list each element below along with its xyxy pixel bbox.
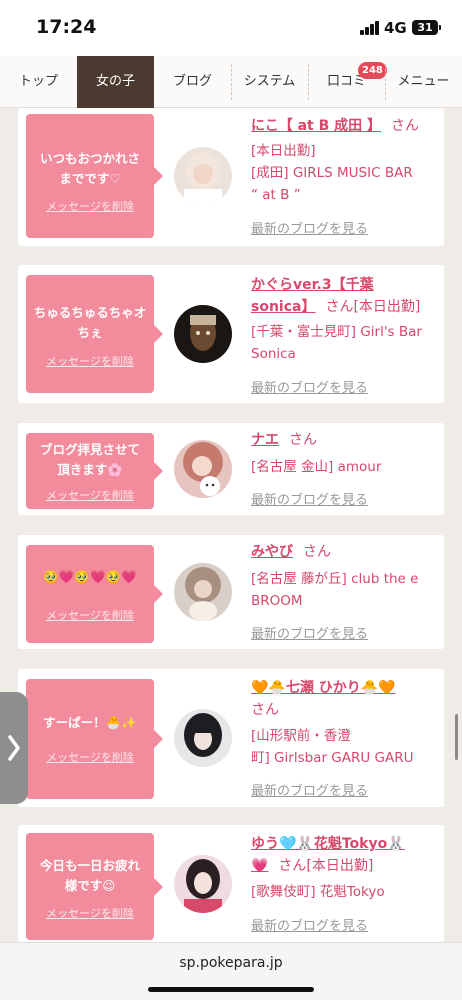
tab-menu[interactable]: メニュー <box>385 56 462 108</box>
girl-name-link[interactable]: にこ【 at B 成田 】 <box>251 118 381 134</box>
delete-message-link[interactable]: メッセージを削除 <box>26 353 154 369</box>
status-bar: 17:24 4G 31 <box>0 0 462 56</box>
message-text: いつもおつかれさ までです♡ <box>39 151 140 186</box>
girl-name-link[interactable]: ゆう🩵🐰花魁Tokyo🐰 <box>251 833 405 855</box>
message-card: いつもおつかれさ までです♡ メッセージを削除 にこ【 at B 成田 】さん [… <box>18 108 444 246</box>
avatar[interactable] <box>174 147 232 205</box>
latest-blog-link[interactable]: 最新のブログを見る <box>251 780 368 799</box>
chevron-right-icon <box>8 735 20 761</box>
message-card: ブログ拝見させて 頂きます🌸 メッセージを削除 ナエ さん [名古屋 金山] amo… <box>18 423 444 515</box>
avatar[interactable] <box>174 855 232 913</box>
girl-name-link[interactable]: 💗 <box>251 858 268 874</box>
shop-info[interactable]: [歌舞伎町] 花魁Tokyo <box>251 881 437 903</box>
latest-blog-link[interactable]: 最新のブログを見る <box>251 218 368 237</box>
network-type: 4G <box>384 19 407 37</box>
avatar[interactable] <box>174 709 232 767</box>
avatar[interactable] <box>174 305 232 363</box>
message-bubble: 🥹💗🥹💗🥹💗 メッセージを削除 <box>26 545 163 643</box>
girl-name-link[interactable]: sonica】 <box>251 299 315 315</box>
girl-name-link[interactable]: かぐらver.3【千葉 <box>251 274 420 296</box>
avatar[interactable] <box>174 563 232 621</box>
honorific: さん[本日出勤] <box>278 858 374 874</box>
latest-blog-link[interactable]: 最新のブログを見る <box>251 377 368 396</box>
latest-blog-link[interactable]: 最新のブログを見る <box>251 623 368 642</box>
shop-info[interactable]: [名古屋 金山] amour <box>251 456 437 478</box>
message-bubble: いつもおつかれさ までです♡ メッセージを削除 <box>26 114 163 238</box>
tab-system[interactable]: システム <box>231 56 308 108</box>
status-time: 17:24 <box>36 16 97 38</box>
reviews-count-badge: 248 <box>358 62 387 79</box>
message-card: 今日も一日お疲れ 様です😉 メッセージを削除 ゆう🩵🐰花魁Tokyo🐰 💗 さん[本… <box>18 825 444 942</box>
message-card: 🥹💗🥹💗🥹💗 メッセージを削除 みやび さん [名古屋 藤が丘] club the… <box>18 535 444 649</box>
message-text: 今日も一日お疲れ 様です😉 <box>39 858 140 893</box>
honorific: さん <box>391 118 420 134</box>
delete-message-link[interactable]: メッセージを削除 <box>26 198 154 214</box>
scrollbar[interactable] <box>455 714 458 760</box>
honorific: さん <box>251 702 279 718</box>
delete-message-link[interactable]: メッセージを削除 <box>26 749 154 765</box>
url-text[interactable]: sp.pokepara.jp <box>0 955 462 971</box>
latest-blog-link[interactable]: 最新のブログを見る <box>251 915 368 934</box>
tab-blog[interactable]: ブログ <box>154 56 231 108</box>
signal-icon <box>360 21 380 35</box>
message-text: ブログ拝見させて 頂きます🌸 <box>39 442 140 477</box>
shop-info[interactable]: [山形駅前・香澄 町] Girlsbar GARU GARU <box>251 725 441 769</box>
browser-url-bar: sp.pokepara.jp <box>0 942 462 1000</box>
message-bubble: すーぱー！🐣✨ メッセージを削除 <box>26 679 163 799</box>
honorific: さん <box>303 544 331 560</box>
delete-message-link[interactable]: メッセージを削除 <box>26 487 154 503</box>
girl-name-link[interactable]: 🧡🐣七瀬 ひかり🐣🧡 <box>251 677 396 699</box>
message-text: すーぱー！🐣✨ <box>43 715 137 730</box>
message-text: ちゅるちゅるちゃオ ちぇ <box>33 305 147 340</box>
battery-icon: 31 <box>412 20 441 35</box>
avatar[interactable] <box>174 440 232 498</box>
message-bubble: ちゅるちゅるちゃオ ちぇ メッセージを削除 <box>26 275 163 393</box>
shop-info[interactable]: [本日出勤] [成田] GIRLS MUSIC BAR “ at B ” <box>251 140 441 206</box>
latest-blog-link[interactable]: 最新のブログを見る <box>251 489 368 508</box>
shop-info[interactable]: [名古屋 藤が丘] club the e BROOM <box>251 568 437 612</box>
message-card: すーぱー！🐣✨ メッセージを削除 🧡🐣七瀬 ひかり🐣🧡 さん [山形駅前・香澄町… <box>18 669 444 807</box>
message-bubble: ブログ拝見させて 頂きます🌸 メッセージを削除 <box>26 433 163 509</box>
girl-name-link[interactable]: みやび <box>251 544 293 560</box>
side-drawer-toggle[interactable] <box>0 692 28 804</box>
delete-message-link[interactable]: メッセージを削除 <box>26 607 154 623</box>
girl-name-link[interactable]: ナエ <box>251 432 279 448</box>
message-text: 🥹💗🥹💗🥹💗 <box>43 569 137 584</box>
shop-info[interactable]: [千葉・富士見町] Girl's Bar Sonica <box>251 321 443 365</box>
main-nav: トップ 女の子 ブログ システム 口コミ 248 メニュー <box>0 56 462 108</box>
honorific: さん[本日出勤] <box>325 299 421 315</box>
delete-message-link[interactable]: メッセージを削除 <box>26 905 154 921</box>
tab-girls[interactable]: 女の子 <box>77 56 154 108</box>
home-indicator[interactable] <box>148 987 314 992</box>
message-bubble: 今日も一日お疲れ 様です😉 メッセージを削除 <box>26 833 163 940</box>
message-card: ちゅるちゅるちゃオ ちぇ メッセージを削除 かぐらver.3【千葉 sonica】… <box>18 265 444 403</box>
tab-top[interactable]: トップ <box>0 56 77 108</box>
honorific: さん <box>289 432 317 448</box>
